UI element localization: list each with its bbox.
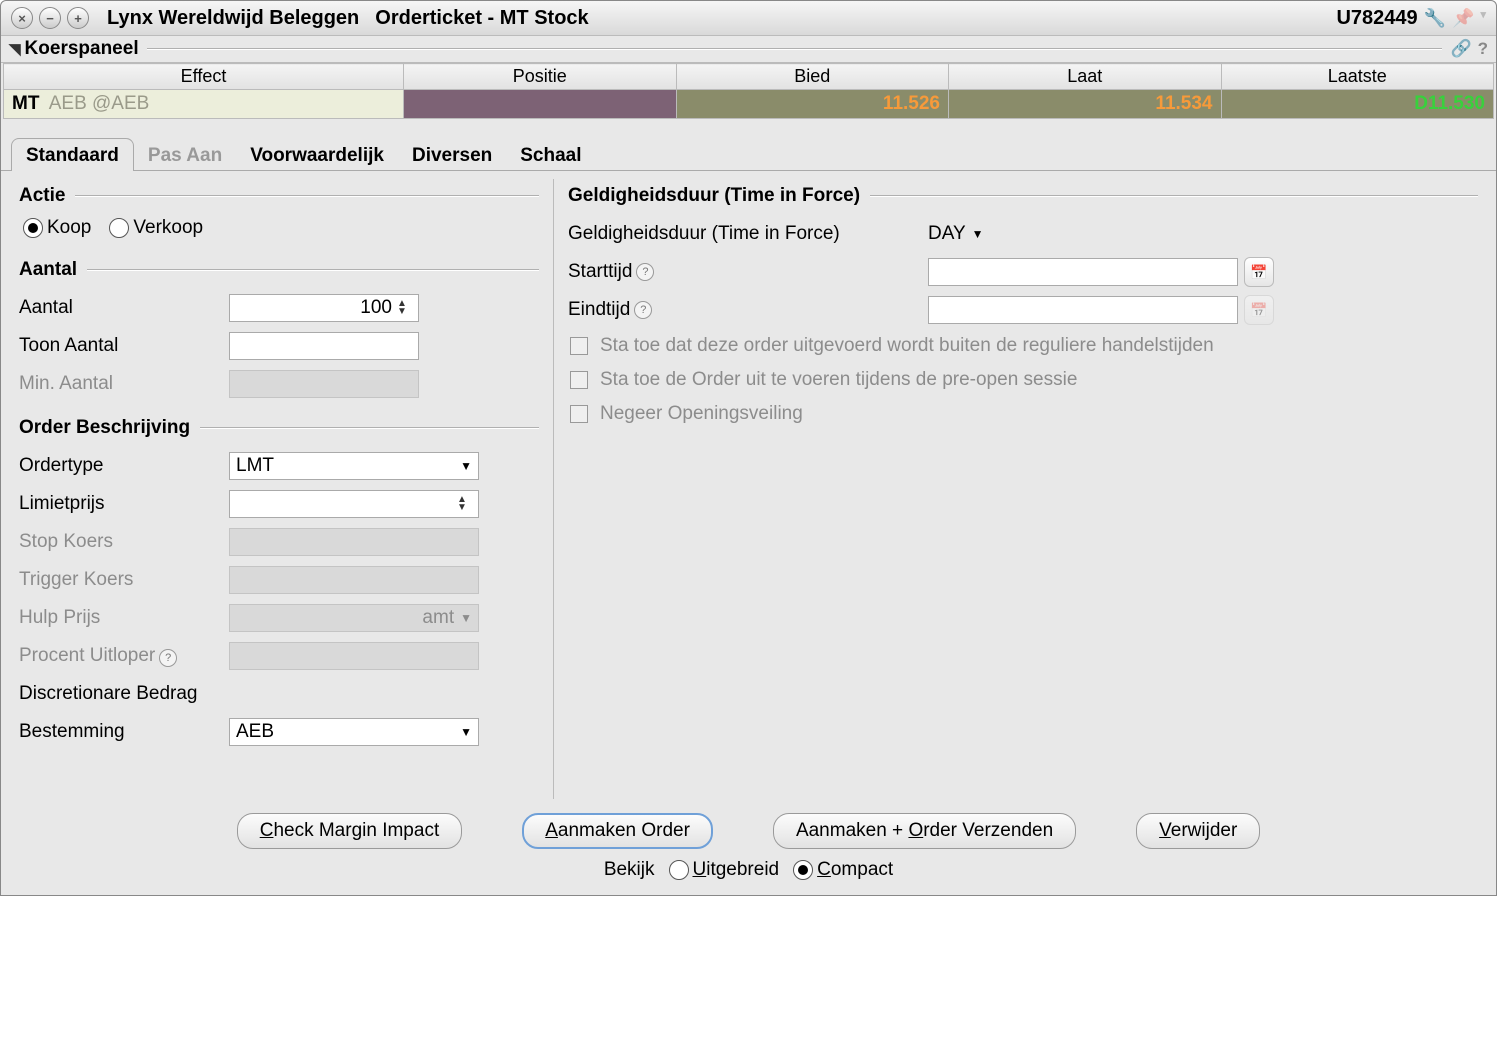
window-minimize-button[interactable]: − bbox=[39, 7, 61, 29]
quote-positie bbox=[404, 90, 677, 119]
quote-laat: 11.534 bbox=[949, 90, 1222, 119]
stop-koers-input bbox=[229, 528, 479, 556]
limietprijs-input[interactable] bbox=[229, 490, 479, 518]
col-laat[interactable]: Laat bbox=[949, 64, 1222, 90]
action-button-row: Check Margin Impact Aanmaken Order Aanma… bbox=[1, 799, 1496, 855]
col-laatste[interactable]: Laatste bbox=[1221, 64, 1494, 90]
aanmaken-order-verzenden-button[interactable]: Aanmaken + Order Verzenden bbox=[773, 813, 1076, 849]
hulp-prijs-label: Hulp Prijs bbox=[19, 607, 229, 629]
min-aantal-input bbox=[229, 370, 419, 398]
help-icon[interactable]: ? bbox=[636, 263, 654, 281]
checkbox-buiten-handelstijden[interactable]: Sta toe dat deze order uitgevoerd wordt … bbox=[570, 335, 1478, 357]
aantal-label: Aantal bbox=[19, 297, 229, 319]
tab-pas-aan[interactable]: Pas Aan bbox=[134, 139, 236, 171]
radio-verkoop[interactable]: Verkoop bbox=[109, 217, 203, 239]
tif-label: Geldigheidsduur (Time in Force) bbox=[568, 223, 928, 245]
radio-uitgebreid[interactable]: Uitgebreid bbox=[669, 859, 780, 881]
actie-group-title: Actie bbox=[19, 185, 65, 207]
min-aantal-label: Min. Aantal bbox=[19, 373, 229, 395]
eindtijd-label: Eindtijd? bbox=[568, 299, 928, 321]
discretionare-bedrag-label: Discretionare Bedrag bbox=[19, 683, 259, 705]
titlebar: × − + Lynx Wereldwijd Beleggen Ordertick… bbox=[1, 1, 1496, 36]
pin-icon[interactable]: 📌 bbox=[1452, 8, 1474, 29]
procent-uitloper-label: Procent Uitloper? bbox=[19, 645, 229, 667]
aantal-input[interactable]: 100 bbox=[229, 294, 419, 322]
starttijd-input[interactable] bbox=[928, 258, 1238, 286]
calendar-icon: 📅 bbox=[1244, 295, 1274, 325]
col-effect[interactable]: Effect bbox=[4, 64, 404, 90]
menu-caret-icon[interactable]: ▾ bbox=[1480, 8, 1486, 29]
quote-panel-title: Koerspaneel bbox=[25, 38, 139, 60]
tab-schaal[interactable]: Schaal bbox=[506, 139, 595, 171]
limietprijs-spinner[interactable]: ▲▼ bbox=[457, 496, 467, 512]
help-icon[interactable]: ? bbox=[159, 649, 177, 667]
account-number: U782449 bbox=[1336, 7, 1417, 30]
check-margin-impact-button[interactable]: Check Margin Impact bbox=[237, 813, 463, 849]
quote-symbol: MT bbox=[12, 93, 39, 114]
toon-aantal-input[interactable] bbox=[229, 332, 419, 360]
procent-uitloper-input bbox=[229, 642, 479, 670]
help-icon[interactable]: ? bbox=[1478, 39, 1488, 59]
chevron-down-icon: ▼ bbox=[460, 452, 472, 480]
quote-bied: 11.526 bbox=[676, 90, 949, 119]
chevron-down-icon: ▼ bbox=[972, 227, 984, 241]
window-zoom-button[interactable]: + bbox=[67, 7, 89, 29]
col-bied[interactable]: Bied bbox=[676, 64, 949, 90]
verwijder-button[interactable]: Verwijder bbox=[1136, 813, 1260, 849]
bestemming-select[interactable]: AEB▼ bbox=[229, 718, 479, 746]
aantal-spinner[interactable]: ▲▼ bbox=[397, 300, 407, 316]
quote-panel-header: ◥ Koerspaneel 🔗 ? bbox=[1, 36, 1496, 63]
chain-icon[interactable]: 🔗 bbox=[1450, 39, 1471, 59]
tif-group-title: Geldigheidsduur (Time in Force) bbox=[568, 185, 860, 207]
chevron-down-icon: ▼ bbox=[460, 718, 472, 746]
toon-aantal-label: Toon Aantal bbox=[19, 335, 229, 357]
hulp-prijs-select: amt▼ bbox=[229, 604, 479, 632]
order-beschrijving-title: Order Beschrijving bbox=[19, 417, 190, 439]
aanmaken-order-button[interactable]: Aanmaken Order bbox=[522, 813, 713, 849]
trigger-koers-label: Trigger Koers bbox=[19, 569, 229, 591]
starttijd-label: Starttijd? bbox=[568, 261, 928, 283]
checkbox-pre-open[interactable]: Sta toe de Order uit te voeren tijdens d… bbox=[570, 369, 1478, 391]
calendar-icon[interactable]: 📅 bbox=[1244, 257, 1274, 287]
quote-laatste: D11.530 bbox=[1221, 90, 1494, 119]
quote-row[interactable]: MT AEB @AEB 11.526 11.534 D11.530 bbox=[4, 90, 1494, 119]
tab-voorwaardelijk[interactable]: Voorwaardelijk bbox=[236, 139, 398, 171]
trigger-koers-input bbox=[229, 566, 479, 594]
view-label: Bekijk bbox=[604, 859, 655, 881]
tif-select[interactable]: DAY▼ bbox=[928, 223, 984, 245]
radio-compact[interactable]: Compact bbox=[793, 859, 893, 881]
collapse-arrow-icon[interactable]: ◥ bbox=[9, 40, 21, 58]
col-positie[interactable]: Positie bbox=[404, 64, 677, 90]
quote-table: Effect Positie Bied Laat Laatste MT AEB … bbox=[3, 63, 1494, 119]
aantal-group-title: Aantal bbox=[19, 259, 77, 281]
window-title: Orderticket - MT Stock bbox=[375, 7, 588, 30]
window-close-button[interactable]: × bbox=[11, 7, 33, 29]
app-name: Lynx Wereldwijd Beleggen bbox=[107, 7, 359, 30]
ordertype-label: Ordertype bbox=[19, 455, 229, 477]
order-tabs: Standaard Pas Aan Voorwaardelijk Diverse… bbox=[1, 137, 1496, 171]
quote-exchange: AEB @AEB bbox=[49, 93, 150, 114]
chevron-down-icon: ▼ bbox=[460, 604, 472, 632]
checkbox-negeer-openingsveiling[interactable]: Negeer Openingsveiling bbox=[570, 403, 1478, 425]
tab-diversen[interactable]: Diversen bbox=[398, 139, 506, 171]
eindtijd-input[interactable] bbox=[928, 296, 1238, 324]
radio-koop[interactable]: Koop bbox=[23, 217, 91, 239]
stop-koers-label: Stop Koers bbox=[19, 531, 229, 553]
ordertype-select[interactable]: LMT▼ bbox=[229, 452, 479, 480]
help-icon[interactable]: ? bbox=[634, 301, 652, 319]
limietprijs-label: Limietprijs bbox=[19, 493, 229, 515]
bestemming-label: Bestemming bbox=[19, 721, 229, 743]
view-mode-row: Bekijk Uitgebreid Compact bbox=[1, 855, 1496, 895]
tab-standaard[interactable]: Standaard bbox=[11, 138, 134, 171]
wrench-icon[interactable]: 🔧 bbox=[1424, 8, 1446, 29]
